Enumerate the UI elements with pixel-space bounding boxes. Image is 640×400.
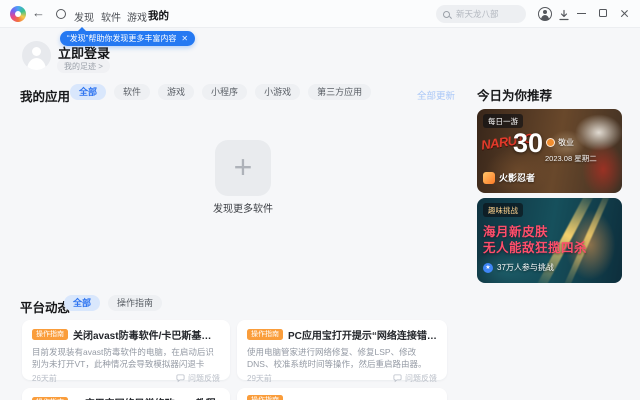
article-title: PC应用宝打开提示“网络连接错误” [288,331,437,342]
news-filters: 全部 操作指南 [64,295,163,311]
article-summary: 使用电脑管家进行网络修复、修复LSP、修改DNS、校准系统时间等操作，然后重启路… [247,347,427,370]
daily-word-icon [546,138,555,147]
article-tag: 操作指南 [247,395,283,400]
feedback-text: 问题反馈 [405,374,437,383]
article-time: 26天前 [32,374,57,383]
participants-text: 37万人参与挑战 [497,263,554,272]
news-article-card[interactable]: 操作指南 关闭avast防毒软件/卡巴斯基减少卡顿现象 目前发现装有avast防… [22,320,230,383]
feedback-link[interactable]: 问题反馈 [176,373,220,384]
daily-word-text: 敬业 [558,138,574,147]
calendar-date: 2023.08 星期二 [545,154,597,163]
game-name-row: 火影忍者 [483,171,535,184]
recommend-title: 今日为你推荐 [477,89,553,103]
filter-all[interactable]: 全部 [70,84,107,100]
filter-games[interactable]: 游戏 [158,84,195,100]
challenge-badge: 趣味挑战 [483,203,523,217]
app-window: ← 发现 软件 游戏 我的 “发现”帮助你发现更多丰富内容 ✕ 立即登录 我的足… [0,0,640,400]
article-summary: 目前发现装有avast防毒软件的电脑，在启动后识别为未打开VT，此种情况会导致模… [32,347,214,370]
nav-tab-mine[interactable]: 我的 [148,8,169,23]
news-filter-guide[interactable]: 操作指南 [108,295,163,311]
nav-tab-games[interactable]: 游戏 [127,9,147,24]
news-article-card[interactable]: 操作指南 [237,388,447,400]
titlebar: ← 发现 软件 游戏 我的 [0,0,640,28]
discover-more-tile[interactable]: + [215,140,271,196]
refresh-icon[interactable] [56,9,66,19]
calendar-day: 30 [513,128,544,158]
news-article-card[interactable]: 操作指南 PC应用宝打开提示“网络连接错误” 使用电脑管家进行网络修复、修复LS… [237,320,447,383]
filter-software[interactable]: 软件 [114,84,151,100]
challenge-title-line2: 无人能敌狂揽四杀 [483,241,588,255]
article-tag: 操作指南 [32,329,68,340]
filter-minigames[interactable]: 小游戏 [255,84,301,100]
feedback-link[interactable]: 问题反馈 [393,373,437,384]
game-name: 火影忍者 [499,173,536,183]
participants-icon: ★ [483,262,493,273]
article-tag: 操作指南 [247,329,283,340]
article-title: 关闭avast防毒软件/卡巴斯基减少卡顿现象 [73,331,220,342]
plus-icon: + [233,148,253,185]
article-title: pc应用宝网络异常修改DNS教程 [73,395,216,400]
game-icon [483,171,495,184]
daily-game-badge: 每日一游 [483,114,523,128]
daily-game-card[interactable]: 每日一游 NARUTO 30 敬业 2023.08 星期二 火影忍者 [477,109,622,193]
chat-bubble-icon [393,374,402,383]
article-time: 29天前 [247,374,272,383]
my-apps-title: 我的应用 [20,90,71,104]
avatar[interactable] [22,41,51,70]
filter-thirdparty[interactable]: 第三方应用 [308,84,372,100]
account-icon[interactable] [538,7,552,21]
search-icon [443,10,450,18]
chat-bubble-icon [176,374,185,383]
my-apps-filters: 全部 软件 游戏 小程序 小游戏 第三方应用 [70,84,372,100]
news-filter-all[interactable]: 全部 [64,295,101,311]
update-all-button[interactable]: 全部更新 [417,88,455,102]
download-manager-icon[interactable] [558,8,570,26]
minimize-button[interactable] [577,13,586,15]
feedback-text: 问题反馈 [188,374,220,383]
search-box[interactable] [436,5,526,23]
platform-news-title: 平台动态 [20,301,71,315]
back-icon[interactable]: ← [32,5,45,21]
profile-history-link[interactable]: 我的足迹 > [57,59,110,73]
tooltip-close-icon[interactable]: ✕ [181,34,188,43]
close-button[interactable] [620,9,629,18]
maximize-button[interactable] [599,9,607,17]
filter-miniprograms[interactable]: 小程序 [202,84,248,100]
challenge-card[interactable]: 趣味挑战 海月新皮肤 无人能敌狂揽四杀 ★ 37万人参与挑战 [477,198,622,283]
challenge-participants: ★ 37万人参与挑战 [483,262,554,273]
discover-more-label: 发现更多软件 [213,204,273,215]
app-logo-icon[interactable] [10,6,26,22]
news-article-card[interactable]: 操作指南 pc应用宝网络异常修改DNS教程 [22,388,230,400]
search-input[interactable] [454,8,519,20]
nav-tab-discover[interactable]: 发现 [74,9,94,24]
nav-tab-software[interactable]: 软件 [101,9,121,24]
daily-word: 敬业 [546,137,574,148]
